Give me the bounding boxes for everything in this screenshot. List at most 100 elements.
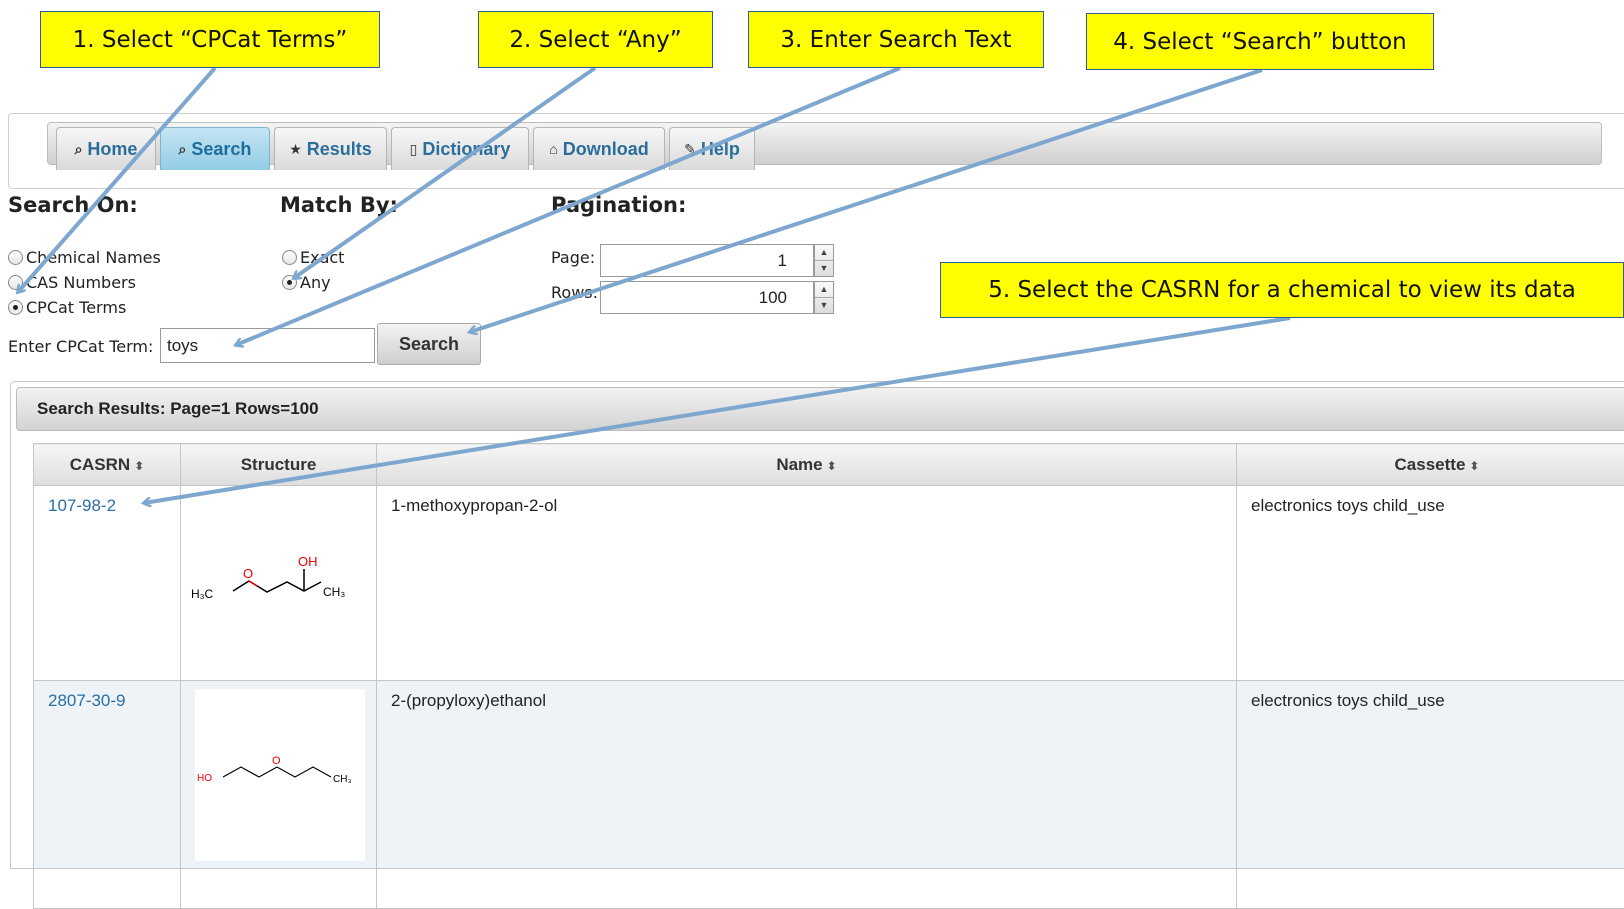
cassette-cell bbox=[1237, 869, 1624, 909]
radio-button-selected[interactable] bbox=[282, 275, 297, 290]
radio-button-selected[interactable] bbox=[8, 300, 23, 315]
rows-label: Rows: bbox=[551, 283, 598, 302]
chemical-name: 2-(propyloxy)ethanol bbox=[391, 691, 546, 710]
page-label: Page: bbox=[551, 248, 595, 267]
table-row: 2807-30-9 HO O CH₃ 2-(propyloxy)ethanol … bbox=[34, 681, 1624, 869]
radio-exact[interactable]: Exact bbox=[282, 248, 344, 267]
tab-help-label: Help bbox=[701, 139, 740, 160]
name-cell: 1-methoxypropan-2-ol bbox=[377, 486, 1237, 681]
tab-download[interactable]: ⌂ Download bbox=[533, 127, 665, 170]
tab-home-label: Home bbox=[87, 139, 137, 160]
arrow-up-icon[interactable]: ▲ bbox=[815, 245, 833, 261]
radio-label: CPCat Terms bbox=[26, 298, 126, 317]
wrench-icon: ✎ bbox=[684, 141, 696, 158]
methyl-label: H₃C bbox=[191, 587, 214, 601]
cassette-cell: electronics toys child_use bbox=[1237, 681, 1624, 869]
callout-step-3: 3. Enter Search Text bbox=[748, 11, 1044, 68]
tab-strip: ⌕Home ⌕Search ★Results ▯Dictionary ⌂Down… bbox=[47, 122, 1602, 165]
radio-any[interactable]: Any bbox=[282, 273, 331, 292]
tab-dictionary-label: Dictionary bbox=[422, 139, 510, 160]
structure-cell: OH H₃C O CH₃ bbox=[181, 486, 377, 681]
search-icon: ⌕ bbox=[179, 141, 187, 158]
radio-label: CAS Numbers bbox=[26, 273, 136, 292]
results-header: Search Results: Page=1 Rows=100 bbox=[16, 387, 1624, 431]
home-icon: ⌂ bbox=[549, 141, 557, 157]
table-header-row: CASRN⬍ Structure Name⬍ Cassette⬍ bbox=[34, 444, 1624, 486]
rows-stepper[interactable]: ▲▼ bbox=[814, 281, 834, 314]
table-row bbox=[34, 869, 1624, 909]
column-label: Structure bbox=[241, 455, 317, 474]
tab-dictionary[interactable]: ▯Dictionary bbox=[391, 127, 529, 170]
radio-label: Any bbox=[300, 273, 331, 292]
table-row: 107-98-2 OH H₃C O CH₃ 1-methoxypropan-2-… bbox=[34, 486, 1624, 681]
radio-button[interactable] bbox=[282, 250, 297, 265]
casrn-link[interactable]: 107-98-2 bbox=[48, 496, 116, 515]
radio-chemical-names[interactable]: Chemical Names bbox=[8, 248, 161, 267]
tab-results[interactable]: ★ Results bbox=[274, 127, 387, 170]
tab-search[interactable]: ⌕Search bbox=[160, 127, 270, 170]
sort-icon[interactable]: ⬍ bbox=[134, 459, 144, 473]
methyl-label: CH₃ bbox=[333, 774, 352, 785]
cassette-cell: electronics toys child_use bbox=[1237, 486, 1624, 681]
radio-cas-numbers[interactable]: CAS Numbers bbox=[8, 273, 136, 292]
column-label: Cassette bbox=[1395, 455, 1466, 474]
molecule-structure-image: OH H₃C O CH₃ bbox=[181, 486, 377, 675]
radio-button[interactable] bbox=[8, 275, 23, 290]
casrn-cell: 2807-30-9 bbox=[34, 681, 181, 869]
hydroxyl-label: OH bbox=[298, 554, 318, 569]
arrow-down-icon[interactable]: ▼ bbox=[815, 261, 833, 277]
results-table: CASRN⬍ Structure Name⬍ Cassette⬍ 107-98-… bbox=[33, 443, 1624, 909]
column-header-casrn[interactable]: CASRN ⬍ bbox=[34, 444, 181, 486]
structure-cell bbox=[181, 869, 377, 909]
search-term-label: Enter CPCat Term: bbox=[8, 337, 153, 356]
page-stepper[interactable]: ▲▼ bbox=[814, 244, 834, 277]
casrn-cell bbox=[34, 869, 181, 909]
callout-step-4: 4. Select “Search” button bbox=[1086, 13, 1434, 70]
document-icon: ▯ bbox=[410, 141, 418, 158]
oxygen-label: O bbox=[243, 566, 253, 581]
tab-home[interactable]: ⌕Home bbox=[56, 127, 156, 170]
tab-download-label: Download bbox=[563, 139, 649, 160]
arrow-up-icon[interactable]: ▲ bbox=[815, 282, 833, 298]
tab-help[interactable]: ✎ Help bbox=[669, 127, 755, 170]
radio-label: Chemical Names bbox=[26, 248, 161, 267]
search-term-input[interactable]: toys bbox=[160, 328, 375, 363]
structure-cell: HO O CH₃ bbox=[181, 681, 377, 869]
search-icon: ⌕ bbox=[75, 141, 83, 158]
hydroxyl-label: HO bbox=[197, 773, 212, 784]
methyl-label: CH₃ bbox=[323, 585, 345, 599]
casrn-link[interactable]: 2807-30-9 bbox=[48, 691, 126, 710]
star-icon: ★ bbox=[289, 141, 302, 158]
page-input[interactable]: 1 bbox=[600, 244, 814, 277]
radio-label: Exact bbox=[300, 248, 344, 267]
column-header-structure: Structure bbox=[181, 444, 377, 486]
oxygen-label: O bbox=[272, 755, 281, 767]
sort-icon[interactable]: ⬍ bbox=[1469, 459, 1479, 473]
sort-icon[interactable]: ⬍ bbox=[827, 459, 837, 473]
name-cell: 2-(propyloxy)ethanol bbox=[377, 681, 1237, 869]
tab-results-label: Results bbox=[307, 139, 372, 160]
tab-search-label: Search bbox=[191, 139, 251, 160]
pagination-title: Pagination: bbox=[551, 193, 686, 217]
arrow-down-icon[interactable]: ▼ bbox=[815, 298, 833, 314]
nav-bar: ⌕Home ⌕Search ★Results ▯Dictionary ⌂Down… bbox=[8, 113, 1624, 189]
column-header-cassette[interactable]: Cassette⬍ bbox=[1237, 444, 1624, 486]
column-header-name[interactable]: Name ⬍ bbox=[377, 444, 1237, 486]
match-by-title: Match By: bbox=[280, 193, 398, 217]
search-on-title: Search On: bbox=[8, 193, 138, 217]
name-cell bbox=[377, 869, 1237, 909]
rows-input[interactable]: 100 bbox=[600, 281, 814, 314]
column-label: Name bbox=[776, 455, 822, 474]
column-label: CASRN bbox=[70, 455, 130, 474]
molecule-structure-image: HO O CH₃ bbox=[195, 689, 365, 861]
radio-button[interactable] bbox=[8, 250, 23, 265]
search-button[interactable]: Search bbox=[377, 323, 481, 365]
cassette-value: electronics toys child_use bbox=[1251, 496, 1445, 515]
chemical-name: 1-methoxypropan-2-ol bbox=[391, 496, 557, 515]
results-panel: Search Results: Page=1 Rows=100 CASRN ⬍ S… bbox=[10, 381, 1624, 869]
casrn-cell: 107-98-2 bbox=[34, 486, 181, 681]
callout-step-2: 2. Select “Any” bbox=[478, 11, 713, 68]
radio-cpcat-terms[interactable]: CPCat Terms bbox=[8, 298, 126, 317]
callout-step-5: 5. Select the CASRN for a chemical to vi… bbox=[940, 262, 1624, 318]
cassette-value: electronics toys child_use bbox=[1251, 691, 1445, 710]
